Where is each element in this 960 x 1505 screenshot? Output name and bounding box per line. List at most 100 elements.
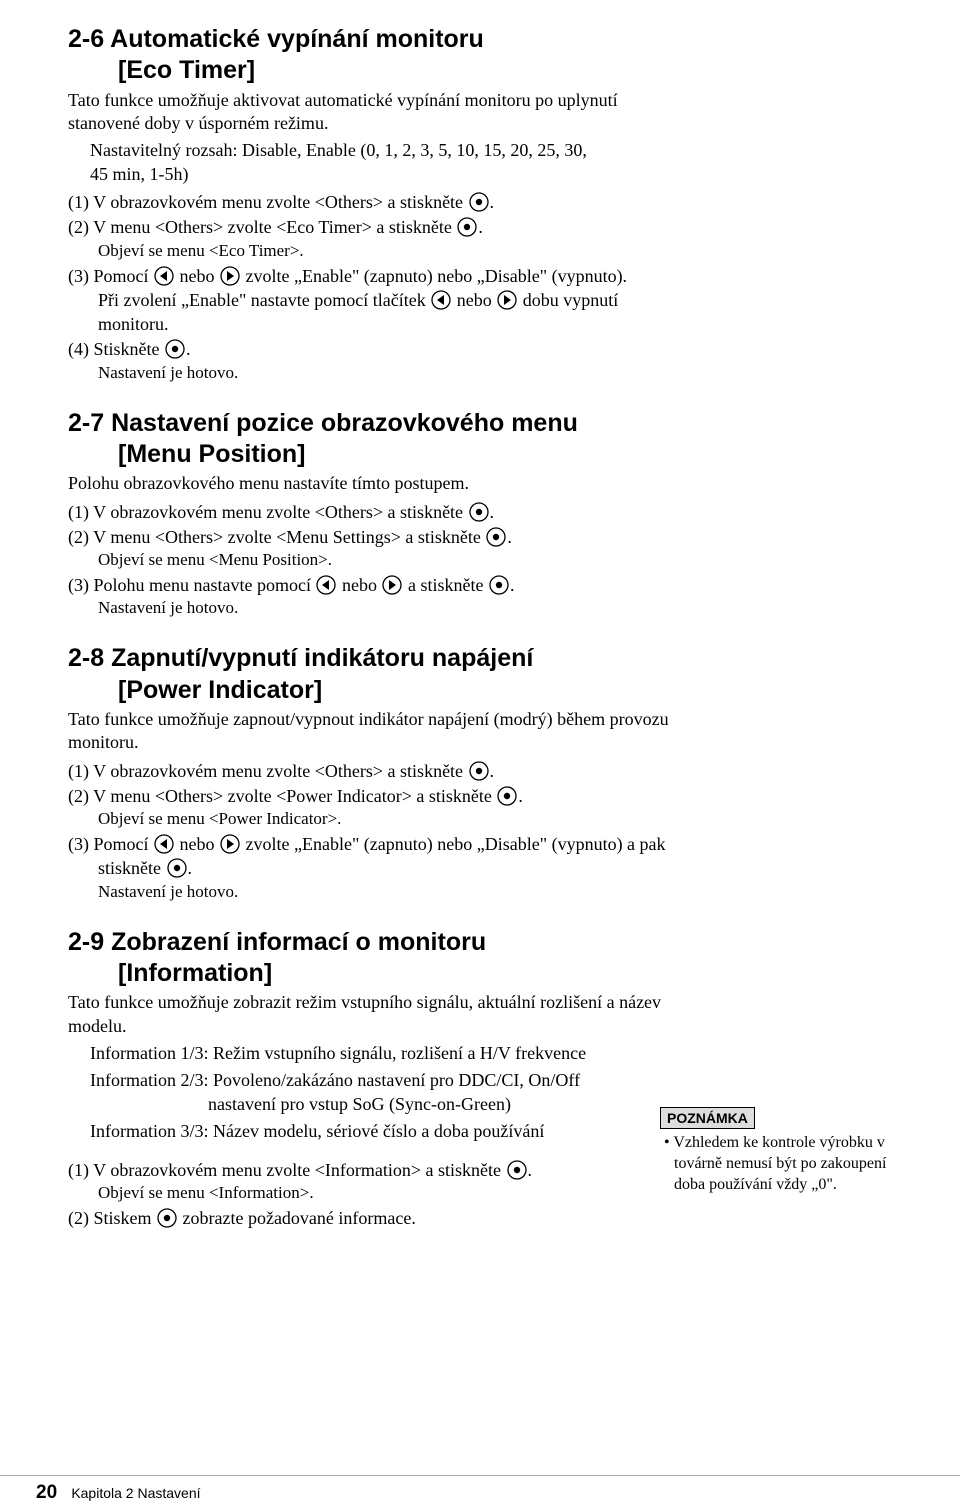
enter-icon <box>165 339 185 359</box>
step-1-note: Objeví se menu <Information>. <box>98 1182 688 1205</box>
step-2-note: Objeví se menu <Menu Position>. <box>98 549 688 572</box>
section-2-6-title: 2-6 Automatické vypínání monitoru [Eco T… <box>68 24 688 87</box>
step-3-text-d: Při zvolení „Enable" nastavte pomocí tla… <box>98 290 430 310</box>
step-4: (4) Stiskněte . Nastavení je hotovo. <box>68 337 688 384</box>
step-2-text-b: . <box>478 217 483 237</box>
chapter-label: Kapitola 2 Nastavení <box>71 1485 200 1501</box>
right-arrow-icon <box>382 575 402 595</box>
step-3-sub: Při zvolení „Enable" nastavte pomocí tla… <box>98 288 688 337</box>
section-2-6-steps: (1) V obrazovkovém menu zvolte <Others> … <box>68 190 688 385</box>
enter-icon <box>486 527 506 547</box>
right-arrow-icon <box>497 290 517 310</box>
section-2-8-title: 2-8 Zapnutí/vypnutí indikátoru napájení … <box>68 643 688 706</box>
step-4-text-b: . <box>186 339 191 359</box>
enter-icon <box>507 1160 527 1180</box>
enter-icon <box>469 192 489 212</box>
enter-icon <box>157 1208 177 1228</box>
section-2-6-range: Nastavitelný rozsah: Disable, Enable (0,… <box>68 139 688 186</box>
left-arrow-icon <box>154 266 174 286</box>
right-arrow-icon <box>220 266 240 286</box>
title-line-2: [Eco Timer] <box>68 55 688 86</box>
step-2-text-b: . <box>507 527 512 547</box>
info-3: Information 3/3: Název modelu, sériové č… <box>68 1120 688 1143</box>
section-2-9-steps: (1) V obrazovkovém menu zvolte <Informat… <box>68 1158 688 1231</box>
step-1: (1) V obrazovkovém menu zvolte <Others> … <box>68 759 688 783</box>
enter-icon <box>489 575 509 595</box>
step-2-text-b: . <box>518 786 523 806</box>
step-2-text-b: zobrazte požadované informace. <box>178 1208 416 1228</box>
step-1-text-a: (1) V obrazovkovém menu zvolte <Others> … <box>68 502 468 522</box>
step-2-text-a: (2) Stiskem <box>68 1208 156 1228</box>
step-2-text-a: (2) V menu <Others> zvolte <Power Indica… <box>68 786 496 806</box>
page-footer: 20 Kapitola 2 Nastavení <box>0 1475 960 1505</box>
left-arrow-icon <box>154 834 174 854</box>
info-2-line-a: Information 2/3: Povoleno/zakázáno nasta… <box>90 1070 580 1090</box>
step-3-text-c: zvolte „Enable" (zapnuto) nebo „Disable"… <box>241 266 627 286</box>
footer-inner: 20 Kapitola 2 Nastavení <box>0 1476 960 1504</box>
enter-icon <box>457 217 477 237</box>
section-2-9-intro: Tato funkce umožňuje zobrazit režim vstu… <box>68 991 688 1038</box>
step-1-text-b: . <box>490 761 495 781</box>
step-2-text-a: (2) V menu <Others> zvolte <Eco Timer> a… <box>68 217 456 237</box>
note-body: • Vzhledem ke kontrole výrobku v továrně… <box>660 1133 915 1195</box>
step-1-text-b: . <box>490 502 495 522</box>
step-3-text-b: nebo <box>337 575 381 595</box>
title-line-1: 2-9 Zobrazení informací o monitoru <box>68 928 486 956</box>
step-1-text-b: . <box>528 1160 533 1180</box>
title-line-2: [Information] <box>68 958 688 989</box>
range-line-1: Nastavitelný rozsah: Disable, Enable (0,… <box>90 140 587 160</box>
step-3: (3) Polohu menu nastavte pomocí nebo a s… <box>68 573 688 620</box>
title-line-1: 2-7 Nastavení pozice obrazovkového menu <box>68 409 578 437</box>
step-1: (1) V obrazovkovém menu zvolte <Informat… <box>68 1158 688 1205</box>
step-3-text-c: a stiskněte <box>403 575 487 595</box>
section-2-7-title: 2-7 Nastavení pozice obrazovkového menu … <box>68 408 688 471</box>
section-2-7-steps: (1) V obrazovkovém menu zvolte <Others> … <box>68 500 688 621</box>
range-line-2: 45 min, 1-5h) <box>90 164 189 184</box>
section-2-9-title: 2-9 Zobrazení informací o monitoru [Info… <box>68 927 688 990</box>
step-1-text-b: . <box>490 192 495 212</box>
step-2-note: Objeví se menu <Eco Timer>. <box>98 240 688 263</box>
step-2: (2) V menu <Others> zvolte <Menu Setting… <box>68 525 688 572</box>
step-1: (1) V obrazovkovém menu zvolte <Others> … <box>68 500 688 524</box>
step-3-text-b: nebo <box>175 266 219 286</box>
right-arrow-icon <box>220 834 240 854</box>
title-line-2: [Menu Position] <box>68 439 688 470</box>
step-4-text-a: (4) Stiskněte <box>68 339 164 359</box>
step-3-note: Nastavení je hotovo. <box>98 597 688 620</box>
section-2-8-intro: Tato funkce umožňuje zapnout/vypnout ind… <box>68 708 688 755</box>
section-2-8-steps: (1) V obrazovkovém menu zvolte <Others> … <box>68 759 688 904</box>
step-3-text-a: (3) Pomocí <box>68 834 153 854</box>
info-2: Information 2/3: Povoleno/zakázáno nasta… <box>68 1069 688 1116</box>
enter-icon <box>497 786 517 806</box>
step-2-note: Objeví se menu <Power Indicator>. <box>98 808 688 831</box>
step-2: (2) Stiskem zobrazte požadované informac… <box>68 1206 688 1230</box>
section-2-7-intro: Polohu obrazovkového menu nastavíte tímt… <box>68 472 688 495</box>
step-3-text-a: (3) Polohu menu nastavte pomocí <box>68 575 315 595</box>
info-1: Information 1/3: Režim vstupního signálu… <box>68 1042 688 1065</box>
step-3-text-d: . <box>510 575 515 595</box>
step-1-text-a: (1) V obrazovkovém menu zvolte <Informat… <box>68 1160 506 1180</box>
title-line-2: [Power Indicator] <box>68 675 688 706</box>
left-arrow-icon <box>316 575 336 595</box>
document-page: 2-6 Automatické vypínání monitoru [Eco T… <box>0 0 960 1505</box>
enter-icon <box>469 761 489 781</box>
note-label: POZNÁMKA <box>660 1107 755 1129</box>
left-arrow-icon <box>431 290 451 310</box>
step-3-text-b: nebo <box>175 834 219 854</box>
step-1-text-a: (1) V obrazovkovém menu zvolte <Others> … <box>68 192 468 212</box>
side-note: POZNÁMKA • Vzhledem ke kontrole výrobku … <box>660 1107 915 1196</box>
main-column: 2-6 Automatické vypínání monitoru [Eco T… <box>68 24 688 1230</box>
info-2-line-b: nastavení pro vstup SoG (Sync-on-Green) <box>90 1094 511 1114</box>
step-2-text-a: (2) V menu <Others> zvolte <Menu Setting… <box>68 527 485 547</box>
step-1-text-a: (1) V obrazovkovém menu zvolte <Others> … <box>68 761 468 781</box>
step-3-note: Nastavení je hotovo. <box>98 881 688 904</box>
enter-icon <box>167 858 187 878</box>
page-number: 20 <box>36 1482 57 1503</box>
step-3-text-e: nebo <box>452 290 496 310</box>
step-2: (2) V menu <Others> zvolte <Power Indica… <box>68 784 688 831</box>
step-1: (1) V obrazovkovém menu zvolte <Others> … <box>68 190 688 214</box>
step-3: (3) Pomocí nebo zvolte „Enable" (zapnuto… <box>68 264 688 337</box>
enter-icon <box>469 502 489 522</box>
step-4-note: Nastavení je hotovo. <box>98 362 688 385</box>
step-3: (3) Pomocí nebo zvolte „Enable" (zapnuto… <box>68 832 688 904</box>
